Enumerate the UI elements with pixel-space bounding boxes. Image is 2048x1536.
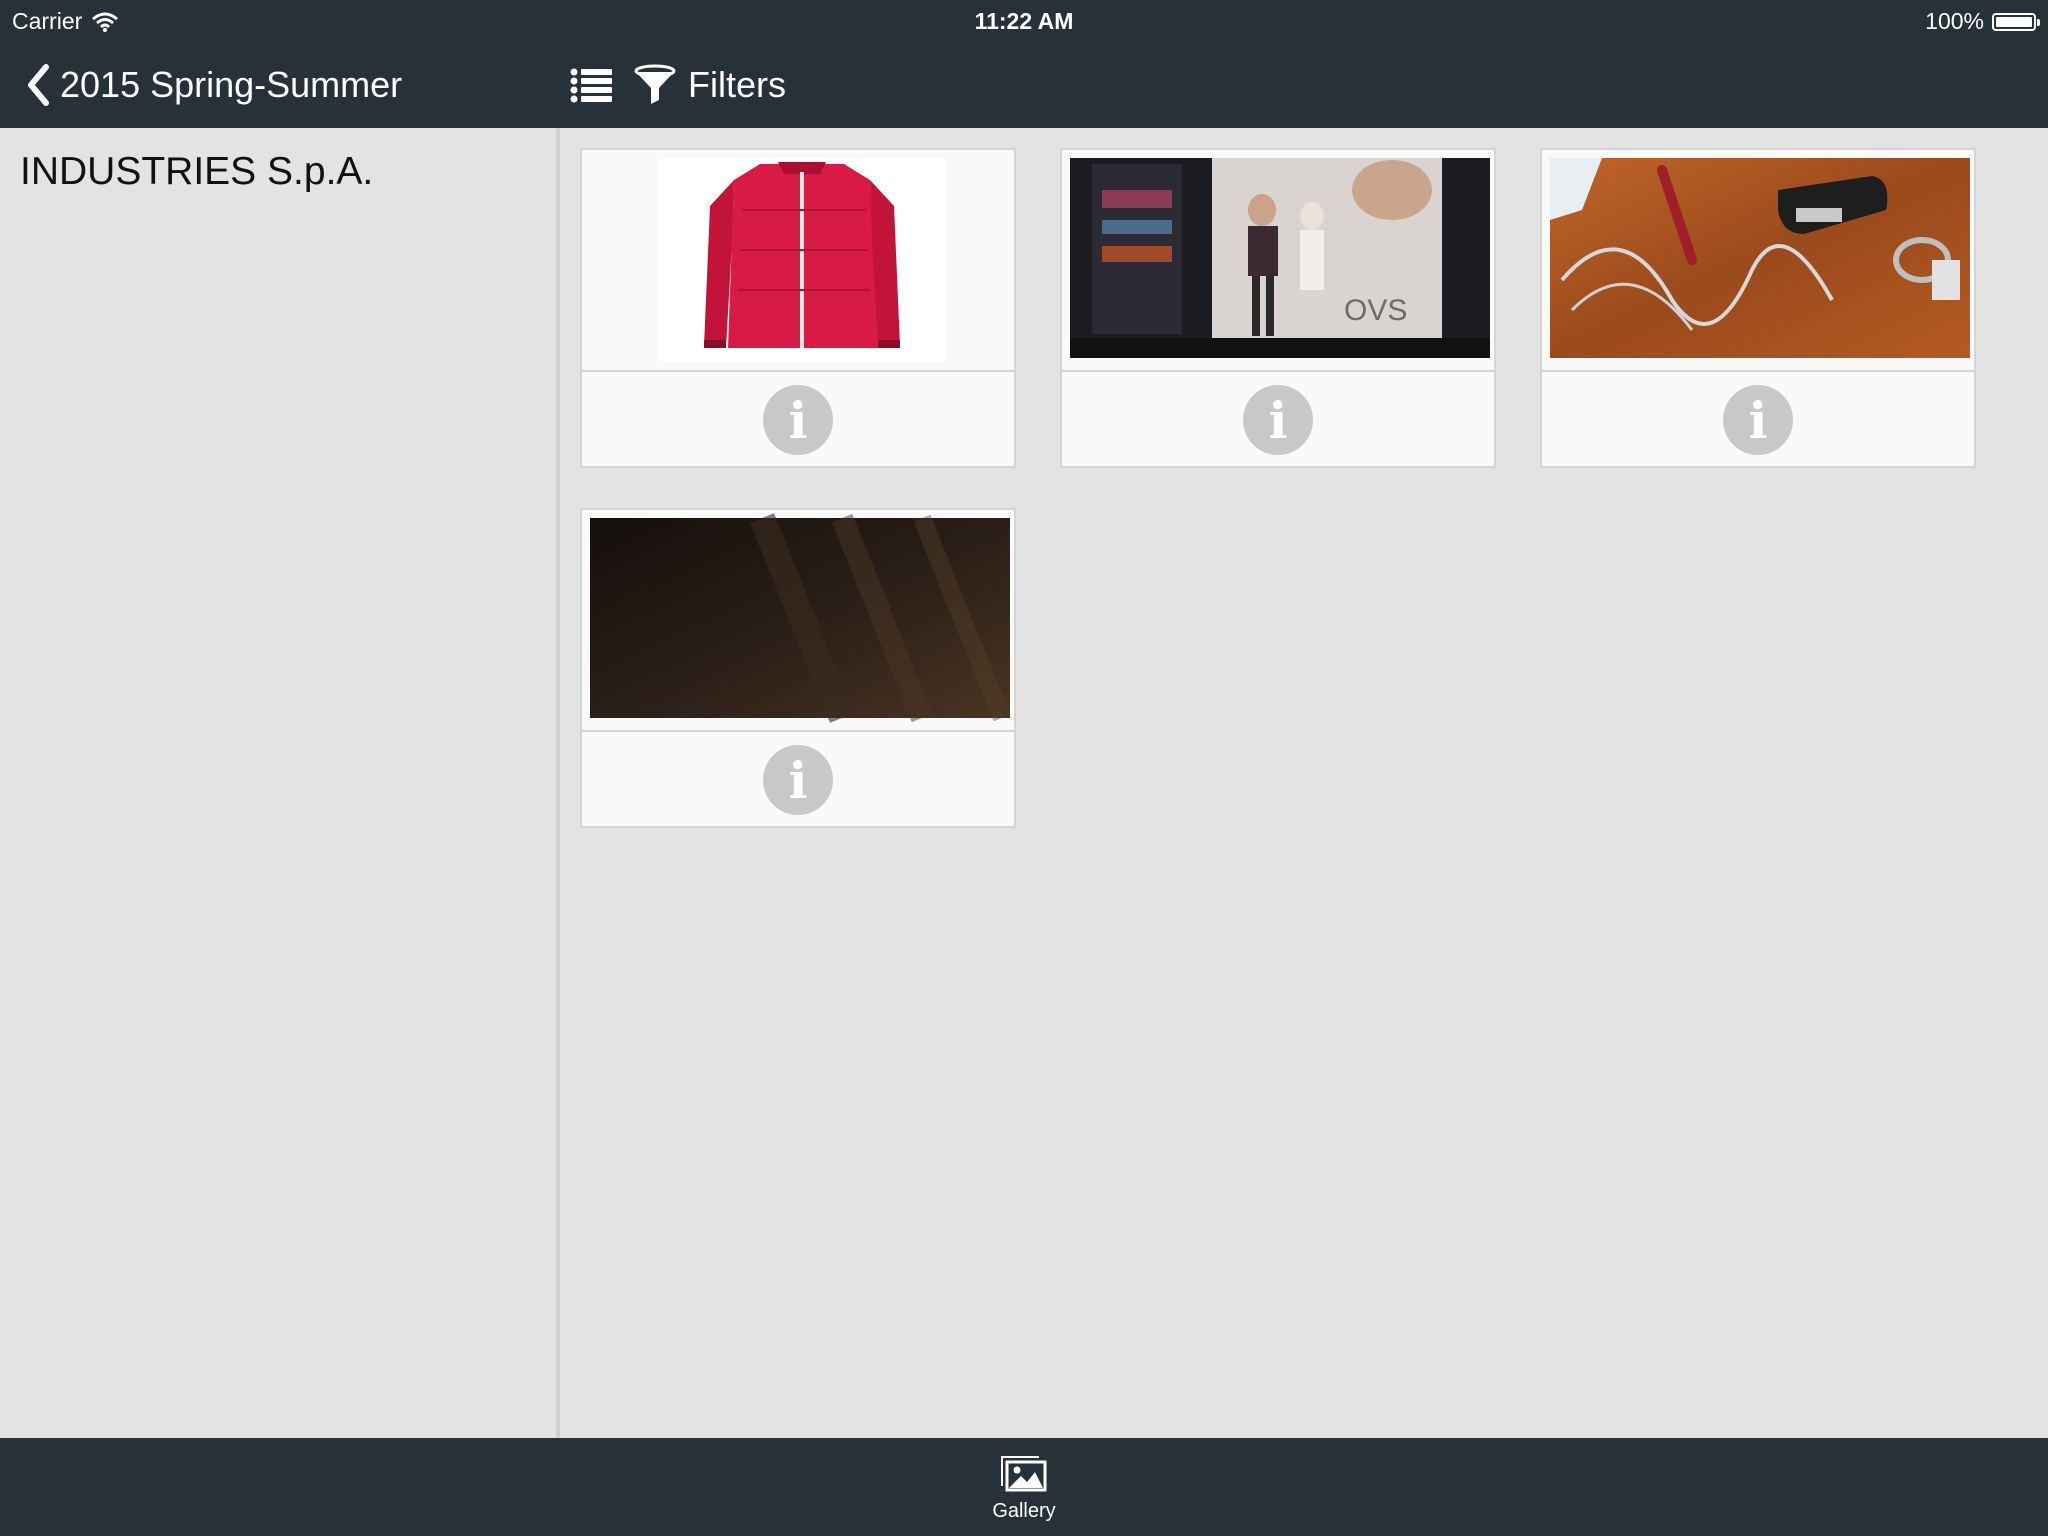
info-icon[interactable]: i <box>1243 385 1313 455</box>
gallery-grid: i OVS i i i <box>560 128 2048 1438</box>
desk-items-image <box>1550 158 1970 358</box>
info-icon[interactable]: i <box>763 745 833 815</box>
info-area: i <box>582 732 1014 828</box>
funnel-icon <box>634 64 676 104</box>
gallery-icon <box>1001 1456 1047 1492</box>
gallery-thumbnail[interactable] <box>582 510 1014 732</box>
list-view-button[interactable] <box>570 66 614 104</box>
tab-gallery-label: Gallery <box>992 1500 1056 1522</box>
gallery-thumbnail[interactable] <box>1542 150 1974 372</box>
info-icon[interactable]: i <box>1723 385 1793 455</box>
gallery-card[interactable]: i <box>580 148 1016 468</box>
info-area: i <box>582 372 1014 468</box>
chevron-left-icon <box>28 64 49 106</box>
store-sign-text: OVS <box>1344 294 1407 327</box>
gallery-card[interactable]: OVS i <box>1060 148 1496 468</box>
status-bar: Carrier 11:22 AM 100% <box>0 0 2048 42</box>
battery-icon <box>1992 12 2040 31</box>
sidebar: INDUSTRIES S.p.A. <box>0 128 560 1438</box>
filters-button[interactable]: Filters <box>634 60 786 110</box>
tab-bar: Gallery <box>0 1438 2048 1536</box>
gallery-card[interactable]: i <box>1540 148 1976 468</box>
info-area: i <box>1542 372 1974 468</box>
gallery-thumbnail[interactable]: OVS <box>1062 150 1494 372</box>
navigation-bar: 2015 Spring-Summer Filters <box>0 42 2048 128</box>
battery-indicator: 100% <box>1925 8 2040 35</box>
company-title: INDUSTRIES S.p.A. <box>20 150 374 193</box>
store-window-image: OVS <box>1070 158 1490 358</box>
gallery-thumbnail[interactable] <box>582 150 1014 372</box>
info-area: i <box>1062 372 1494 468</box>
battery-fill <box>1996 16 2032 27</box>
red-jacket-image <box>658 158 946 362</box>
tab-gallery[interactable]: Gallery <box>974 1454 1074 1534</box>
clock: 11:22 AM <box>974 8 1074 34</box>
dark-photo-image <box>590 513 1011 723</box>
gallery-card[interactable]: i <box>580 508 1016 828</box>
back-button-label: 2015 Spring-Summer <box>60 64 403 105</box>
list-icon <box>570 68 612 103</box>
filters-label: Filters <box>688 64 786 105</box>
back-button[interactable]: 2015 Spring-Summer <box>26 60 402 110</box>
info-icon[interactable]: i <box>763 385 833 455</box>
battery-label: 100% <box>1925 8 1984 34</box>
